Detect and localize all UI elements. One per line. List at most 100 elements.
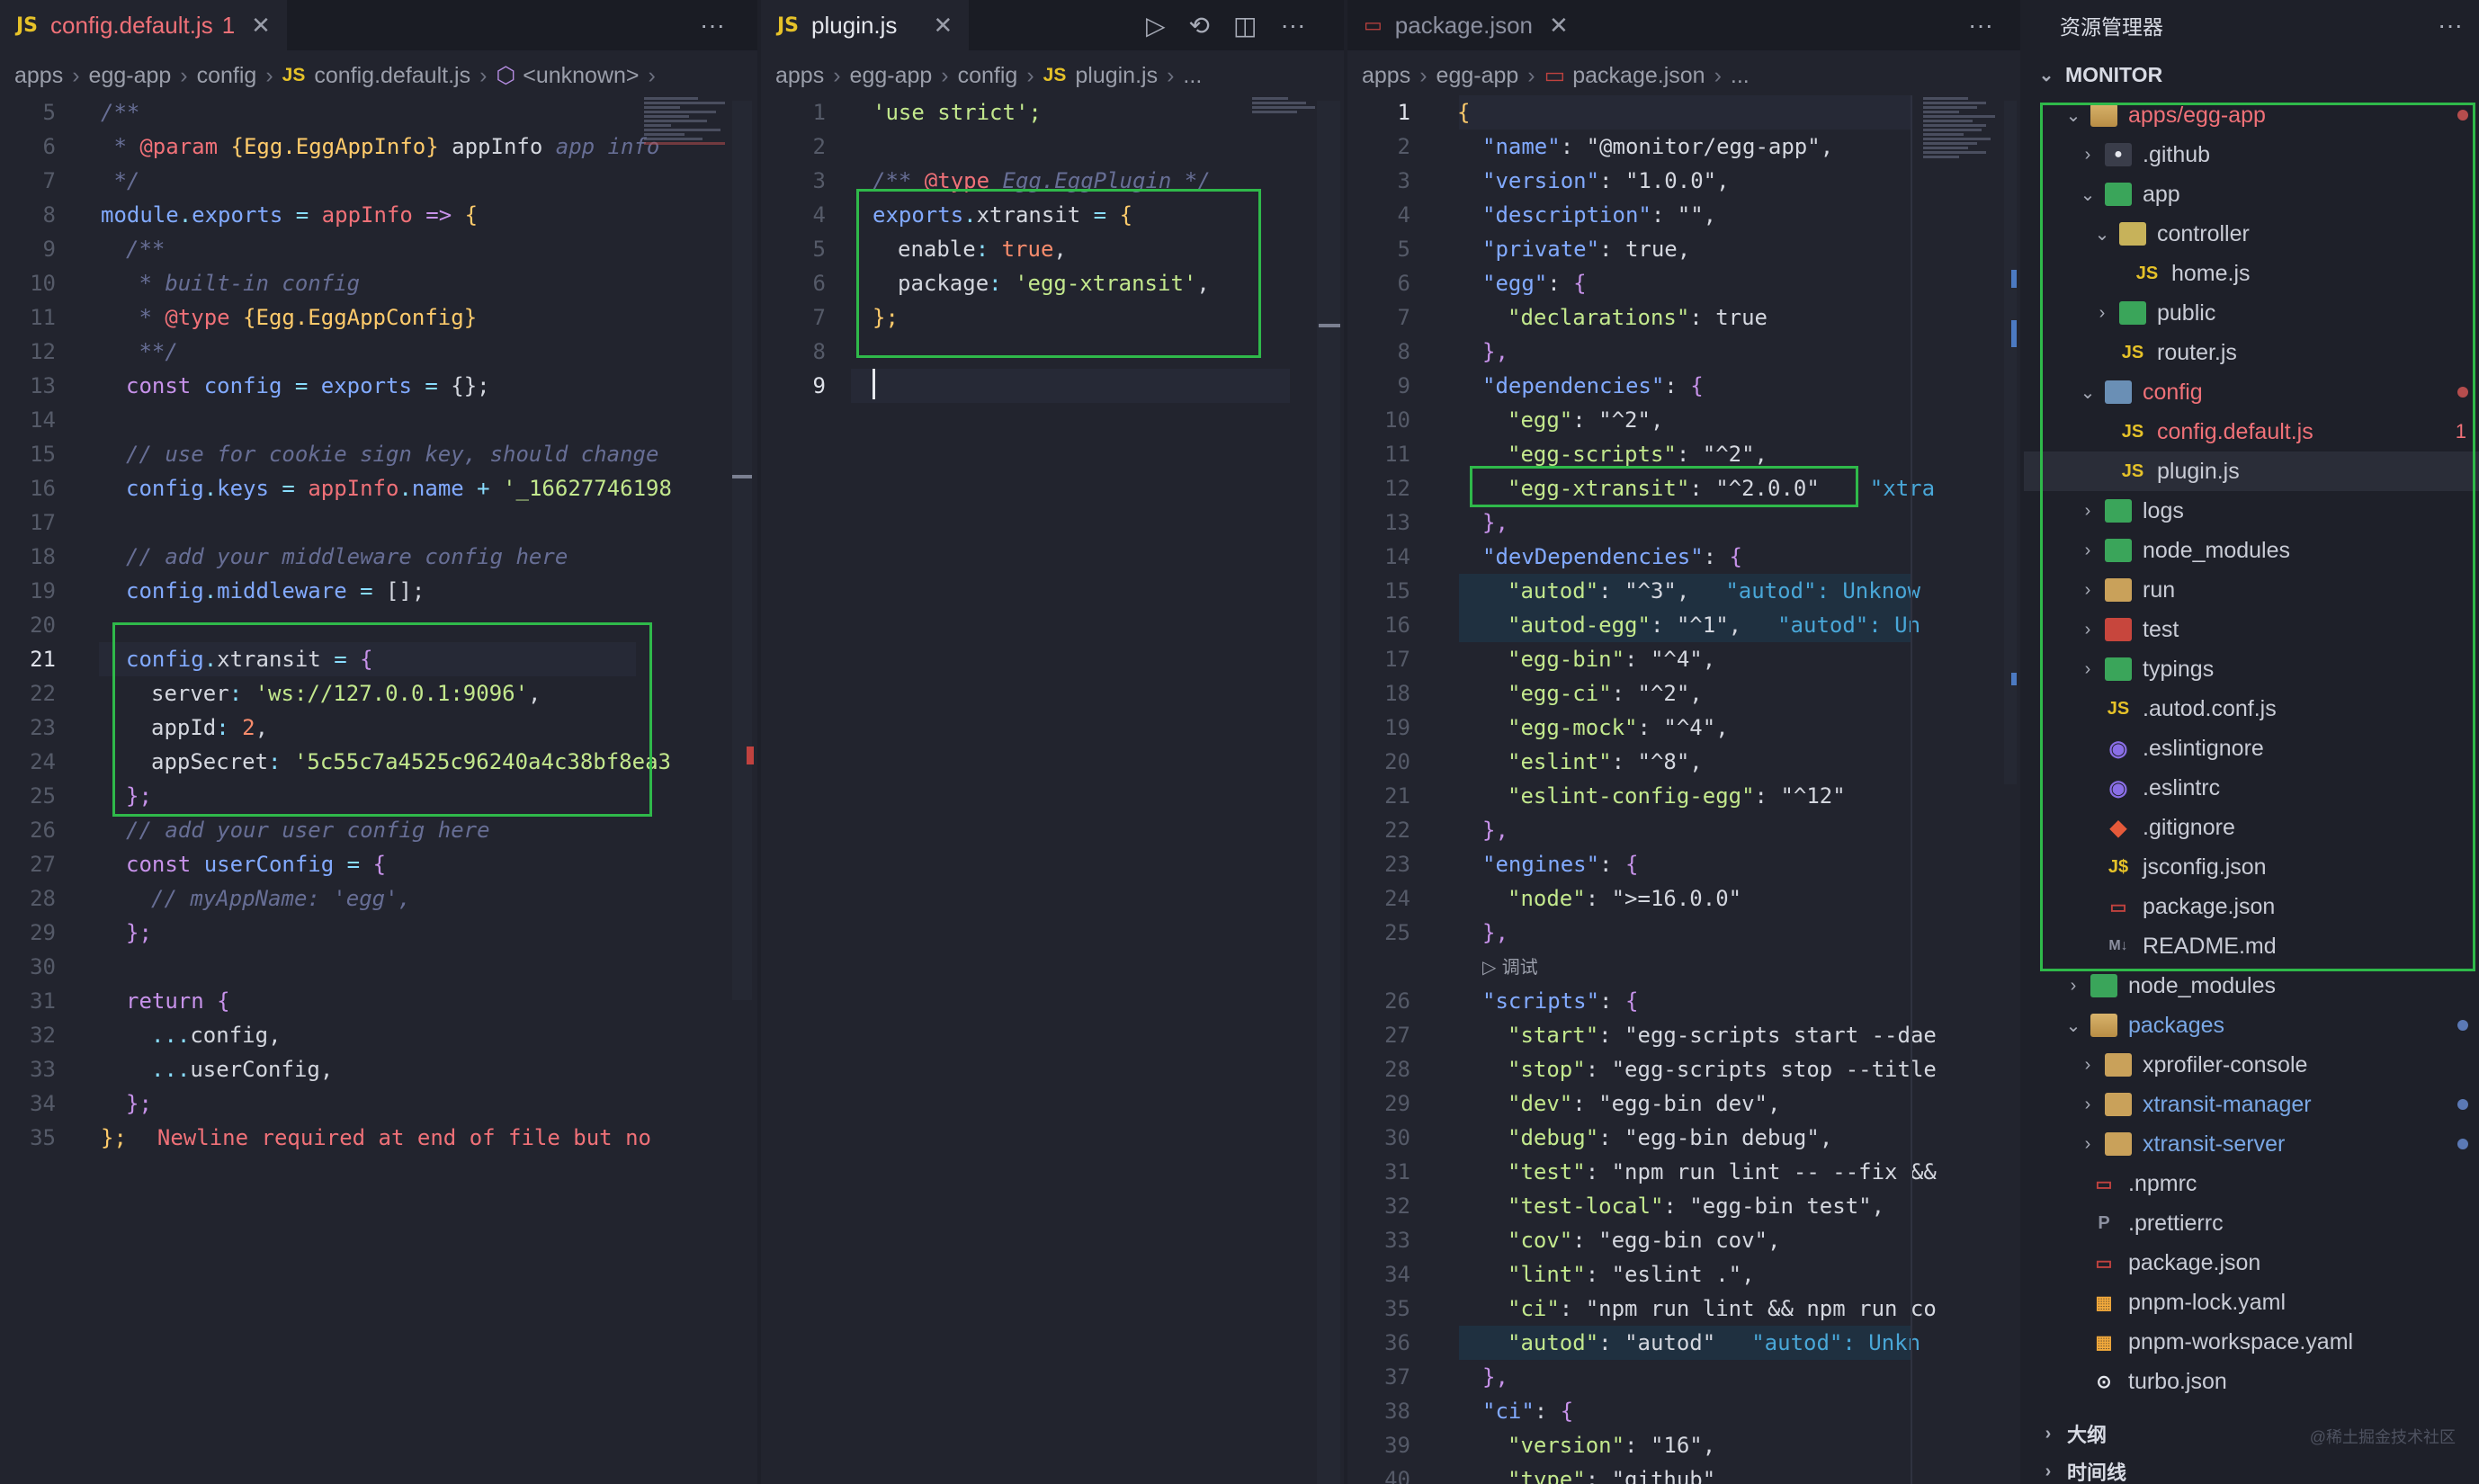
scrollbar[interactable] (732, 101, 752, 1000)
tree-item-test[interactable]: › test (2024, 610, 2479, 649)
tree-item-packages[interactable]: ⌄ packages (2024, 1006, 2479, 1045)
tree-item-pnpm-lock[interactable]: ▦ pnpm-lock.yaml (2024, 1283, 2479, 1322)
tree-item-prettierrc[interactable]: P .prettierrc (2024, 1203, 2479, 1243)
tree-item-turbo-json[interactable]: ⊙ turbo.json (2024, 1362, 2479, 1401)
tree-item-xtransit-manager[interactable]: › xtransit-manager (2024, 1085, 2479, 1124)
history-icon[interactable]: ⟲ (1189, 11, 1210, 40)
breadcrumb-more[interactable]: ... (1183, 63, 1202, 89)
tree-item-npmrc[interactable]: ▭ .npmrc (2024, 1164, 2479, 1203)
debug-codelens[interactable]: ▷ 调试 (1482, 950, 1538, 984)
tab-label: config.default.js (50, 11, 213, 39)
breadcrumb-config[interactable]: config (958, 63, 1018, 89)
tab-plugin-js[interactable]: JS plugin.js ✕ (761, 0, 970, 50)
breadcrumb: apps › egg-app › ▭ package.json › ... (1362, 62, 1750, 89)
modified-dot (2457, 1139, 2468, 1149)
chevron-down-icon: ⌄ (2038, 65, 2054, 85)
breadcrumb-file[interactable]: package.json (1572, 63, 1705, 89)
tree-item-root-node-modules[interactable]: › node_modules (2024, 966, 2479, 1006)
tree-item-node-modules[interactable]: › node_modules (2024, 531, 2479, 570)
breadcrumb-symbol[interactable]: <unknown> (523, 63, 639, 89)
code-editor[interactable]: 5/** 6 * @param {Egg.EggAppInfo} appInfo… (0, 95, 757, 1155)
run-icon[interactable]: ▷ (1146, 11, 1166, 40)
code-editor[interactable]: 1'use strict'; 2 3/** @type Egg.EggPlugi… (761, 95, 1344, 403)
pnpm-icon: ▦ (2095, 1292, 2113, 1313)
tab-package-json[interactable]: ▭ package.json ✕ (1347, 0, 1585, 50)
tree-item-readme-md[interactable]: M↓ README.md (2024, 926, 2479, 966)
code-editor[interactable]: 1{ 2 "name": "@monitor/egg-app", 3 "versio… (1347, 95, 2020, 1484)
tree-item-controller[interactable]: ⌄ controller (2024, 214, 2479, 254)
tree-item-config[interactable]: ⌄ config (2024, 372, 2479, 412)
tree-item-label: package.json (2143, 893, 2276, 919)
git-icon: ◆ (2109, 815, 2127, 840)
tree-item-jsconfig-json[interactable]: J$ jsconfig.json (2024, 847, 2479, 887)
tree-item-logs[interactable]: › logs (2024, 491, 2479, 531)
tree-item-root-package-json[interactable]: ▭ package.json (2024, 1243, 2479, 1283)
tree-item-config-default-js[interactable]: JS config.default.js 1 (2024, 412, 2479, 451)
tree-item-package-json[interactable]: ▭ package.json (2024, 887, 2479, 926)
tree-item-autod-conf-js[interactable]: JS .autod.conf.js (2024, 689, 2479, 729)
minimap[interactable] (644, 95, 734, 230)
watermark: @稀土掘金技术社区 (2309, 1428, 2456, 1446)
npm-icon: ▭ (2095, 1253, 2113, 1274)
tree-item-label: router.js (2157, 339, 2237, 365)
chevron-right-icon: › (2084, 1054, 2091, 1075)
tree-item-label: run (2143, 577, 2176, 603)
tree-item-run[interactable]: › run (2024, 570, 2479, 610)
more-actions-icon[interactable]: ··· (1968, 11, 1993, 40)
breadcrumb-apps[interactable]: apps (1362, 63, 1410, 89)
tree-item-label: config (2143, 379, 2203, 405)
tab-label: package.json (1394, 11, 1534, 39)
tree-item-pnpm-workspace[interactable]: ▦ pnpm-workspace.yaml (2024, 1322, 2479, 1362)
tree-item-typings[interactable]: › typings (2024, 649, 2479, 689)
tree-item-label: .prettierrc (2128, 1210, 2224, 1236)
folder-icon (2105, 1132, 2132, 1156)
tree-item-plugin-js[interactable]: JS plugin.js (2024, 451, 2479, 491)
more-actions-icon[interactable]: ··· (1280, 11, 1305, 40)
editor-pane-package-json: ▭ package.json ✕ ··· apps › egg-app › ▭ pac… (1347, 0, 2020, 1484)
breadcrumb-more[interactable]: ... (1731, 63, 1750, 89)
minimap[interactable] (1923, 95, 2013, 266)
tree-item-github[interactable]: › ● .github (2024, 135, 2479, 174)
chevron-down-icon: ⌄ (2065, 105, 2081, 126)
breadcrumb-egg-app[interactable]: egg-app (850, 63, 933, 89)
chevron-down-icon: ⌄ (2065, 1015, 2081, 1036)
breadcrumb-file[interactable]: config.default.js (314, 63, 470, 89)
timeline-section-header[interactable]: › 时间线 (2024, 1452, 2479, 1484)
close-tab-icon[interactable]: ✕ (933, 12, 953, 40)
editor-pane-config-default: JS config.default.js 1 ✕ ··· apps › egg-a… (0, 0, 757, 1484)
js-file-icon: JS (2121, 421, 2144, 442)
tree-item-label: packages (2128, 1012, 2225, 1038)
tab-actions: ··· (1968, 0, 1993, 50)
workspace-section-header[interactable]: ⌄ MONITOR (2024, 50, 2479, 99)
tree-item-home-js[interactable]: JS home.js (2024, 254, 2479, 293)
close-tab-icon[interactable]: ✕ (1549, 12, 1569, 40)
scrollbar[interactable] (1317, 101, 1340, 1484)
tree-item-apps-egg-app[interactable]: ⌄ apps/egg-app (2024, 95, 2479, 135)
breadcrumb-file[interactable]: plugin.js (1075, 63, 1158, 89)
tree-item-label: public (2157, 299, 2216, 326)
breadcrumb-egg-app[interactable]: egg-app (89, 63, 172, 89)
tree-item-label: turbo.json (2128, 1368, 2227, 1394)
tree-item-gitignore[interactable]: ◆ .gitignore (2024, 808, 2479, 847)
breadcrumb-config[interactable]: config (197, 63, 257, 89)
js-file-icon: JS (2121, 342, 2144, 362)
tree-item-xprofiler-console[interactable]: › xprofiler-console (2024, 1045, 2479, 1085)
tree-item-eslintignore[interactable]: ◉ .eslintignore (2024, 729, 2479, 768)
workspace-name: MONITOR (2065, 62, 2163, 86)
tree-item-eslintrc[interactable]: ◉ .eslintrc (2024, 768, 2479, 808)
tree-item-public[interactable]: › public (2024, 293, 2479, 333)
tab-config-default-js[interactable]: JS config.default.js 1 ✕ (0, 0, 287, 50)
split-editor-icon[interactable]: ◫ (1233, 11, 1257, 40)
breadcrumb-apps[interactable]: apps (775, 63, 824, 89)
chevron-right-icon: › (2070, 975, 2077, 996)
breadcrumb-apps[interactable]: apps (14, 63, 63, 89)
tree-item-xtransit-server[interactable]: › xtransit-server (2024, 1124, 2479, 1164)
more-actions-icon[interactable]: ··· (2438, 11, 2463, 40)
tree-item-label: .npmrc (2128, 1170, 2197, 1196)
more-actions-icon[interactable]: ··· (700, 11, 725, 40)
eslint-icon: ◉ (2108, 775, 2128, 800)
tree-item-app[interactable]: ⌄ app (2024, 174, 2479, 214)
tree-item-router-js[interactable]: JS router.js (2024, 333, 2479, 372)
breadcrumb-egg-app[interactable]: egg-app (1436, 63, 1519, 89)
close-tab-icon[interactable]: ✕ (251, 12, 271, 40)
